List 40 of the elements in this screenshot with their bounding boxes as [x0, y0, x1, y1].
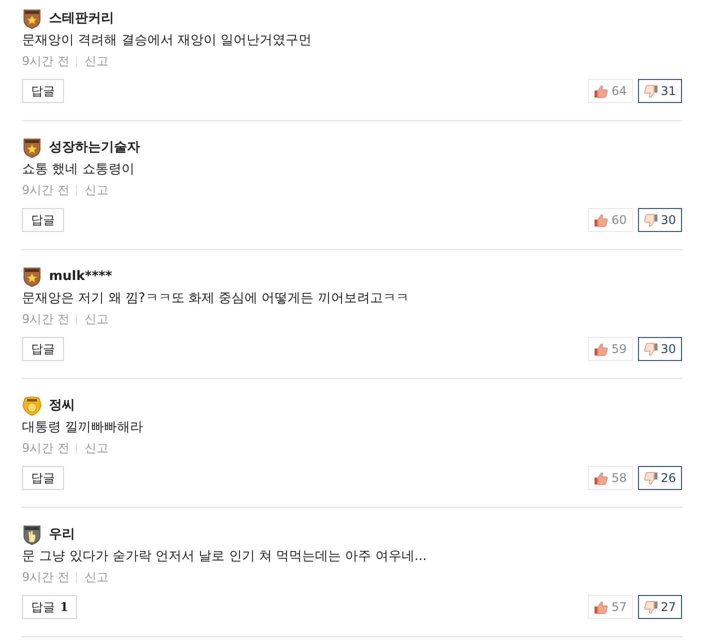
timestamp: 9시간 전 [22, 311, 70, 328]
thumbs-down-icon [644, 600, 658, 614]
comment-text: 대통령 낄끼빠빠해라 [22, 419, 144, 437]
reply-button[interactable]: 답글 1 [22, 595, 78, 619]
author-name[interactable]: 우리 [49, 525, 75, 545]
dislike-button[interactable]: 31 [638, 79, 682, 103]
star-shield-icon [22, 138, 42, 158]
thumbs-up-icon [594, 342, 608, 356]
star-shield-icon [22, 9, 42, 29]
timestamp: 9시간 전 [22, 182, 70, 199]
comment-text: 문재앙은 저기 왜 낌?ㅋㅋ또 화제 중심에 어떻게든 끼어보려고ㅋㅋ [22, 290, 410, 308]
crest-icon [22, 396, 42, 416]
reply-button[interactable]: 답글 [22, 337, 64, 361]
dislike-button[interactable]: 30 [638, 208, 682, 232]
thumbs-down-icon [644, 342, 658, 356]
timestamp: 9시간 전 [22, 440, 70, 457]
thumbs-up-icon [594, 472, 608, 484]
hand-shield-icon [22, 525, 42, 545]
comment-text: 문재앙이 격려해 결승에서 재앙이 일어난거였구먼 [22, 32, 313, 50]
reply-button[interactable]: 답글 [22, 79, 64, 103]
dislike-button[interactable]: 30 [638, 337, 682, 361]
comment-text: 쇼통 했네 쇼통령이 [22, 161, 136, 179]
reply-button[interactable]: 답글 [22, 208, 64, 232]
dislike-button[interactable]: 27 [638, 595, 682, 619]
comment-text: 문 그냥 있다가 숟가락 언저서 날로 인기 쳐 먹먹는데는 아주 여우네... [22, 548, 428, 566]
thumbs-down-icon [644, 472, 658, 484]
thumbs-down-icon [644, 84, 658, 98]
thumbs-down-icon [644, 214, 658, 226]
reply-button[interactable]: 답글 [22, 466, 64, 490]
thumbs-up-icon [594, 214, 608, 226]
thumbs-up-icon [594, 84, 608, 98]
timestamp: 9시간 전 [22, 569, 70, 586]
star-shield-icon [22, 267, 42, 287]
dislike-button[interactable]: 26 [638, 466, 682, 490]
author-name[interactable]: 정씨 [49, 396, 75, 416]
author-name[interactable]: 성장하는기술자 [49, 138, 140, 158]
author-name[interactable]: mulk**** [49, 267, 112, 287]
timestamp: 9시간 전 [22, 53, 70, 70]
thumbs-up-icon [594, 600, 608, 614]
author-name[interactable]: 스테판커리 [49, 9, 114, 29]
